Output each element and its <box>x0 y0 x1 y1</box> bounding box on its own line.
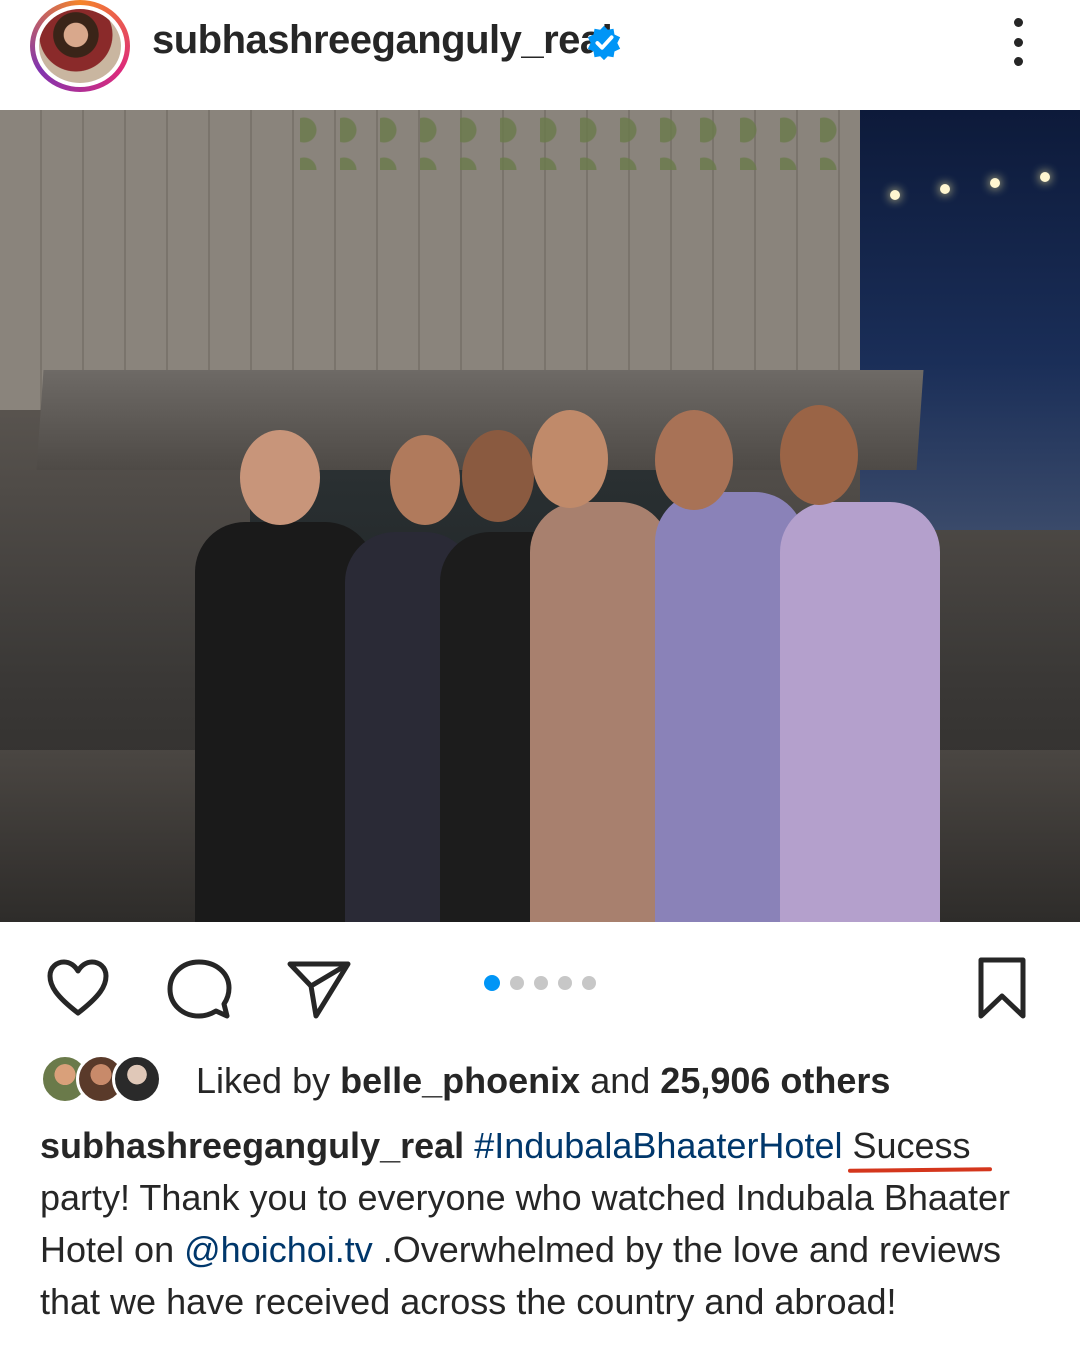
carousel-dot <box>510 976 524 990</box>
liker-avatar <box>112 1054 162 1104</box>
others-count[interactable]: 25,906 others <box>660 1060 890 1101</box>
carousel-indicator <box>484 975 596 991</box>
story-ring[interactable] <box>30 0 130 92</box>
post-caption: subhashreeganguly_real #IndubalaBhaaterH… <box>40 1120 1050 1328</box>
avatar[interactable] <box>39 9 121 83</box>
first-liker[interactable]: belle_phoenix <box>340 1060 580 1101</box>
post-username[interactable]: subhashreeganguly_real <box>152 18 613 63</box>
comment-icon[interactable] <box>166 958 232 1020</box>
likes-row[interactable]: Liked by belle_phoenix and 25,906 others <box>40 1052 1040 1108</box>
verified-badge-icon <box>587 25 621 61</box>
carousel-dot <box>582 976 596 990</box>
carousel-dot <box>558 976 572 990</box>
send-icon[interactable] <box>286 958 352 1020</box>
caption-username[interactable]: subhashreeganguly_real <box>40 1125 464 1166</box>
caption-mention[interactable]: @hoichoi.tv <box>184 1229 373 1270</box>
post-header: subhashreeganguly_real <box>0 0 1080 110</box>
carousel-dot <box>534 976 548 990</box>
heart-icon[interactable] <box>46 958 110 1018</box>
caption-hashtag[interactable]: #IndubalaBhaaterHotel <box>474 1125 842 1166</box>
more-vertical-icon[interactable] <box>1010 18 1026 66</box>
caption-annotated-word: Sucess <box>852 1120 970 1172</box>
post-photo[interactable] <box>0 110 1080 922</box>
bookmark-icon[interactable] <box>976 956 1028 1020</box>
carousel-dot-active <box>484 975 500 991</box>
likes-summary[interactable]: Liked by belle_phoenix and 25,906 others <box>196 1060 890 1102</box>
